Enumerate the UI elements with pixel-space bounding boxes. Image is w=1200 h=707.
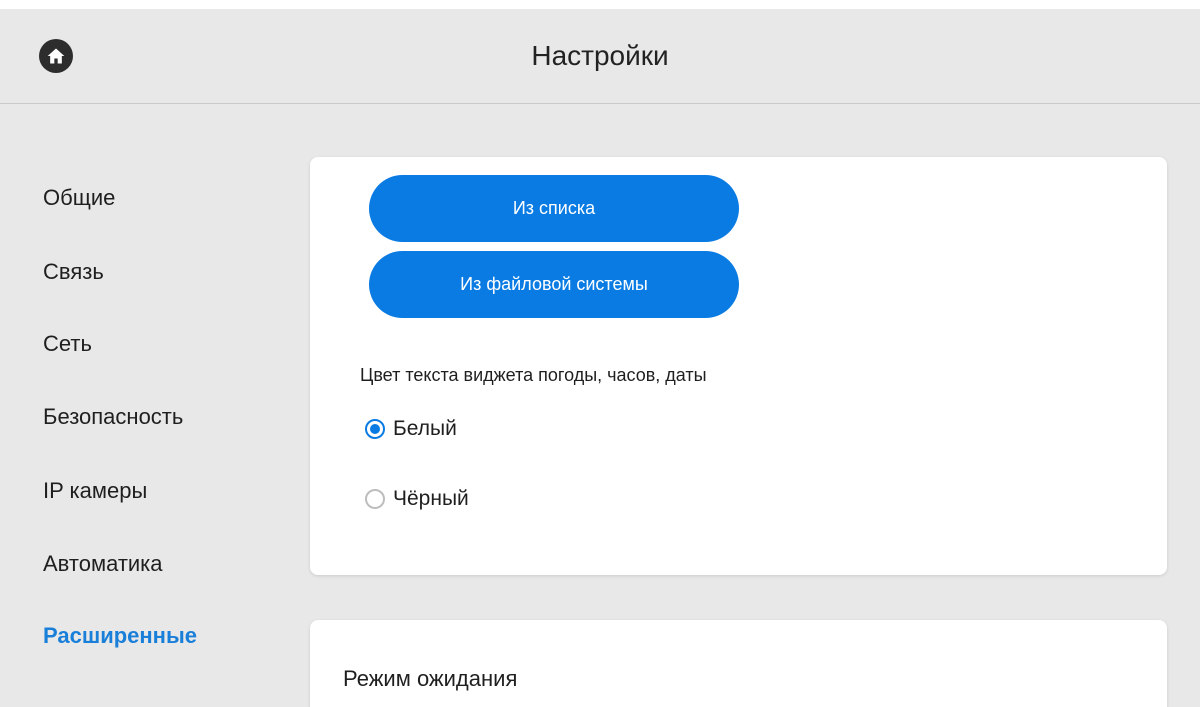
radio-option-black[interactable]: Чёрный [365, 487, 469, 511]
radio-selected-icon[interactable] [365, 419, 385, 439]
radio-label-black: Чёрный [393, 487, 469, 510]
sidebar-item-general[interactable]: Общие [43, 185, 115, 211]
top-bar: Настройки [0, 9, 1200, 104]
screen: Настройки Общие Связь Сеть Безопасность … [0, 0, 1200, 707]
sidebar-item-advanced[interactable]: Расширенные [43, 623, 197, 649]
wallpaper-card: Из списка Из файловой системы Цвет текст… [310, 157, 1167, 575]
standby-card: Режим ожидания [310, 620, 1167, 707]
radio-unselected-icon[interactable] [365, 489, 385, 509]
widget-text-color-label: Цвет текста виджета погоды, часов, даты [360, 365, 707, 385]
from-file-system-button[interactable]: Из файловой системы [369, 251, 739, 318]
radio-dot [370, 424, 380, 434]
page-title: Настройки [531, 40, 669, 71]
sidebar-item-network[interactable]: Сеть [43, 331, 92, 357]
radio-label-white: Белый [393, 417, 457, 440]
sidebar-item-security[interactable]: Безопасность [43, 404, 183, 430]
from-list-button[interactable]: Из списка [369, 175, 739, 242]
sidebar-item-automation[interactable]: Автоматика [43, 551, 163, 577]
settings-app: Настройки Общие Связь Сеть Безопасность … [0, 9, 1200, 707]
sidebar-item-ip-cameras[interactable]: IP камеры [43, 478, 147, 504]
radio-option-white[interactable]: Белый [365, 417, 457, 441]
sidebar-item-communication[interactable]: Связь [43, 259, 104, 285]
standby-title: Режим ожидания [343, 666, 518, 691]
